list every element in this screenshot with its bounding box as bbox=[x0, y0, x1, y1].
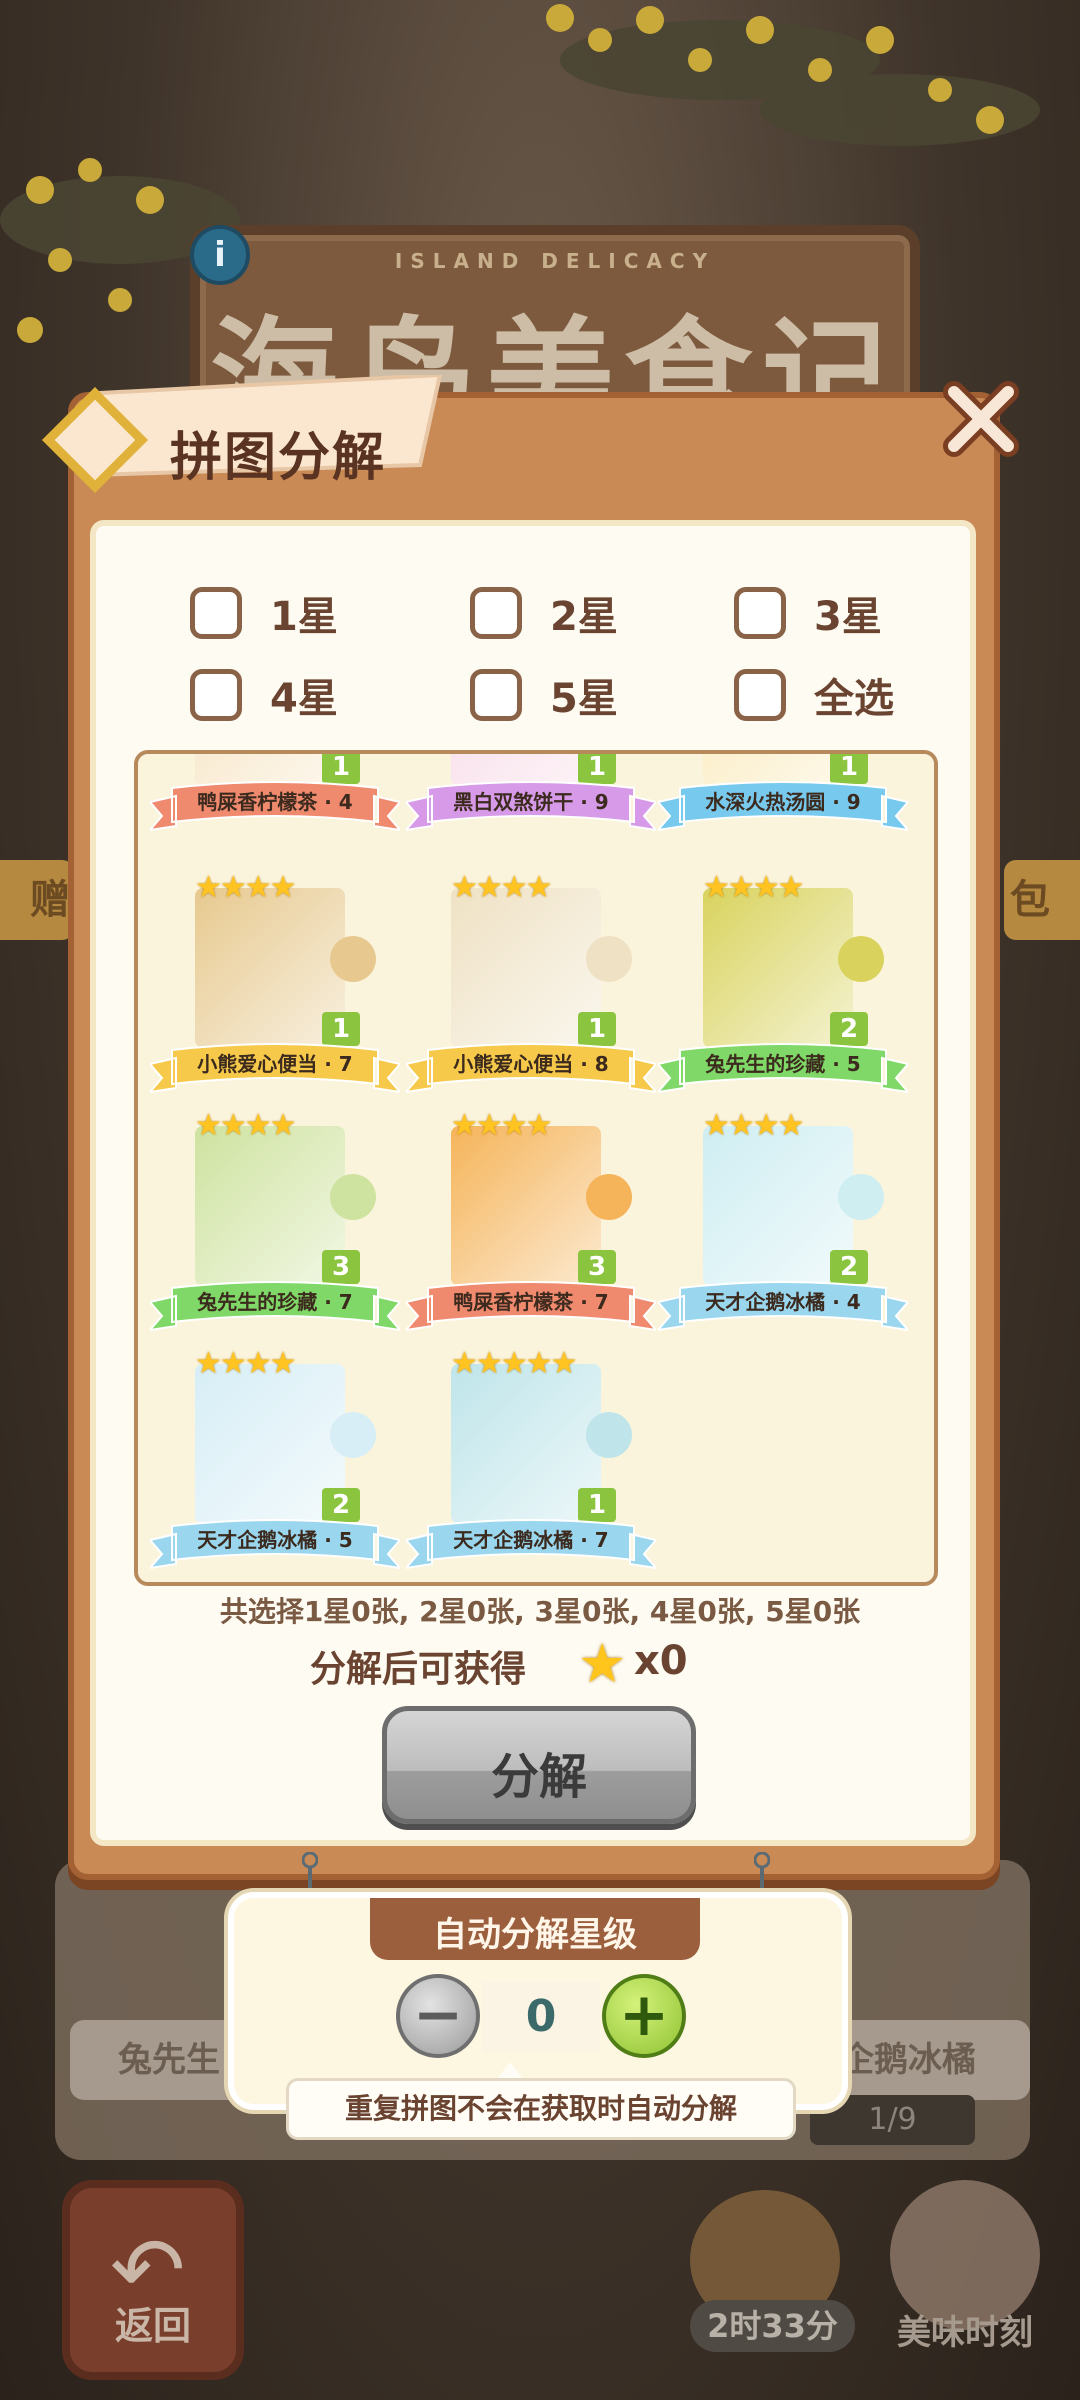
selection-summary: 共选择1星0张, 2星0张, 3星0张, 4星0张, 5星0张 bbox=[219, 1595, 861, 1628]
puzzle-tab-shape bbox=[838, 1174, 884, 1220]
puzzle-tab-shape bbox=[330, 1412, 376, 1458]
star-rating-icons: ★★★★ bbox=[195, 1346, 297, 1381]
card-count-badge: 2 bbox=[830, 1012, 868, 1046]
checkbox-icon[interactable] bbox=[470, 669, 522, 721]
card-name-label: 小熊爱心便当 · 7 bbox=[197, 1052, 353, 1076]
filter-1-star[interactable]: 1星 bbox=[190, 584, 338, 642]
reward-count: x0 bbox=[634, 1638, 688, 1684]
close-icon[interactable] bbox=[940, 378, 1022, 460]
star-rating-icons: ★★★★ bbox=[195, 870, 297, 905]
card-name-label: 水深火热汤圆 · 9 bbox=[705, 790, 861, 814]
card-name-label: 黑白双煞饼干 · 9 bbox=[453, 790, 609, 814]
filter-label: 2星 bbox=[550, 594, 618, 640]
card-name-label: 小熊爱心便当 · 8 bbox=[453, 1052, 609, 1076]
card-name-label: 兔先生的珍藏 · 7 bbox=[197, 1290, 353, 1314]
plus-icon: + bbox=[618, 1980, 670, 2050]
checkbox-icon[interactable] bbox=[470, 587, 522, 639]
filter-4-star[interactable]: 4星 bbox=[190, 666, 338, 724]
card-count-badge: 1 bbox=[578, 754, 616, 784]
filter-5-star[interactable]: 5星 bbox=[470, 666, 618, 724]
puzzle-card[interactable]: ★★★★ 1 小熊爱心便当 · 8 bbox=[406, 866, 656, 1096]
filter-label: 3星 bbox=[814, 594, 882, 640]
puzzle-card[interactable]: ★★★★ 2 天才企鹅冰橘 · 4 bbox=[658, 1104, 908, 1334]
filter-2-star[interactable]: 2星 bbox=[470, 584, 618, 642]
card-count-badge: 3 bbox=[578, 1250, 616, 1284]
card-name-label: 兔先生的珍藏 · 5 bbox=[705, 1052, 861, 1076]
title-diamond-icon bbox=[41, 386, 149, 494]
card-name-label: 天才企鹅冰橘 · 4 bbox=[705, 1290, 861, 1314]
puzzle-tab-shape bbox=[330, 936, 376, 982]
delicious-moment-label: 美味时刻 bbox=[897, 2313, 1033, 2353]
background-title-subtitle: ISLAND DELICACY bbox=[394, 249, 716, 273]
puzzle-tab-shape bbox=[586, 1174, 632, 1220]
filter-3-star[interactable]: 3星 bbox=[734, 584, 882, 642]
puzzle-tab-shape bbox=[586, 1412, 632, 1458]
back-button-label: 返回 bbox=[114, 2304, 191, 2348]
puzzle-card-grid[interactable]: 1 鸭屎香柠檬茶 · 4 1 黑白双煞饼干 · 9 1 水深火热汤圆 · 9 ★★★★ 1 小熊… bbox=[134, 750, 938, 1586]
checkbox-icon[interactable] bbox=[734, 669, 786, 721]
decompose-button-label: 分解 bbox=[490, 1749, 587, 1805]
filter-label: 1星 bbox=[270, 594, 338, 640]
auto-decompose-tip: 重复拼图不会在获取时自动分解 bbox=[286, 2078, 796, 2140]
star-rating-icons: ★★★★ bbox=[703, 1108, 805, 1143]
puzzle-tab-shape bbox=[838, 936, 884, 982]
card-name-label: 天才企鹅冰橘 · 7 bbox=[453, 1528, 609, 1552]
decompose-button[interactable]: 分解 bbox=[382, 1706, 696, 1824]
filter-select-all[interactable]: 全选 bbox=[734, 666, 894, 724]
card-count-badge: 1 bbox=[322, 754, 360, 784]
puzzle-card[interactable]: 1 水深火热汤圆 · 9 bbox=[658, 754, 908, 834]
auto-decompose-level: 0 bbox=[482, 1982, 600, 2052]
puzzle-card[interactable]: 1 黑白双煞饼干 · 9 bbox=[406, 754, 656, 834]
card-count-badge: 1 bbox=[322, 1012, 360, 1046]
decrease-star-level-button[interactable]: − bbox=[396, 1974, 480, 2058]
checkbox-icon[interactable] bbox=[190, 669, 242, 721]
card-name-label: 天才企鹅冰橘 · 5 bbox=[197, 1528, 353, 1552]
event-timer: 2时33分 bbox=[690, 2300, 855, 2352]
filter-label: 4星 bbox=[270, 676, 338, 722]
checkbox-icon[interactable] bbox=[734, 587, 786, 639]
star-rating-icons: ★★★★ bbox=[451, 1108, 553, 1143]
puzzle-tab-shape bbox=[330, 1174, 376, 1220]
card-count-badge: 1 bbox=[578, 1488, 616, 1522]
card-name-label: 鸭屎香柠檬茶 · 4 bbox=[197, 790, 353, 814]
minus-icon: − bbox=[412, 1980, 464, 2050]
star-rating-icons: ★★★★ bbox=[195, 1108, 297, 1143]
auto-decompose-title: 自动分解星级 bbox=[433, 1915, 637, 1955]
puzzle-card[interactable]: 1 鸭屎香柠檬茶 · 4 bbox=[150, 754, 400, 834]
card-count-badge: 1 bbox=[578, 1012, 616, 1046]
background-left-tab: 赠 bbox=[0, 860, 74, 940]
star-icon: ★ bbox=[578, 1632, 627, 1695]
star-rating-icons: ★★★★ bbox=[451, 870, 553, 905]
card-count-badge: 1 bbox=[830, 754, 868, 784]
card-count-badge: 2 bbox=[322, 1488, 360, 1522]
star-rating-icons: ★★★★★ bbox=[451, 1346, 577, 1381]
puzzle-card[interactable]: ★★★★ 3 兔先生的珍藏 · 7 bbox=[150, 1104, 400, 1334]
filter-label: 全选 bbox=[814, 676, 894, 722]
info-icon[interactable]: i bbox=[190, 225, 250, 285]
checkbox-icon[interactable] bbox=[190, 587, 242, 639]
filter-label: 5星 bbox=[550, 676, 618, 722]
dialog-title: 拼图分解 bbox=[170, 428, 387, 488]
background-right-tab: 包 bbox=[1004, 860, 1080, 940]
card-count-badge: 2 bbox=[830, 1250, 868, 1284]
star-rating-icons: ★★★★ bbox=[703, 870, 805, 905]
puzzle-card[interactable]: ★★★★★ 1 天才企鹅冰橘 · 7 bbox=[406, 1342, 656, 1572]
reward-label: 分解后可获得 bbox=[310, 1649, 527, 1690]
puzzle-card[interactable]: ★★★★ 1 小熊爱心便当 · 7 bbox=[150, 866, 400, 1096]
puzzle-card[interactable]: ★★★★ 2 天才企鹅冰橘 · 5 bbox=[150, 1342, 400, 1572]
puzzle-tab-shape bbox=[586, 936, 632, 982]
card-name-label: 鸭屎香柠檬茶 · 7 bbox=[453, 1290, 609, 1314]
increase-star-level-button[interactable]: + bbox=[602, 1974, 686, 2058]
back-button[interactable]: ↶ 返回 bbox=[62, 2180, 244, 2380]
puzzle-card[interactable]: ★★★★ 2 兔先生的珍藏 · 5 bbox=[658, 866, 908, 1096]
puzzle-card[interactable]: ★★★★ 3 鸭屎香柠檬茶 · 7 bbox=[406, 1104, 656, 1334]
card-count-badge: 3 bbox=[322, 1250, 360, 1284]
